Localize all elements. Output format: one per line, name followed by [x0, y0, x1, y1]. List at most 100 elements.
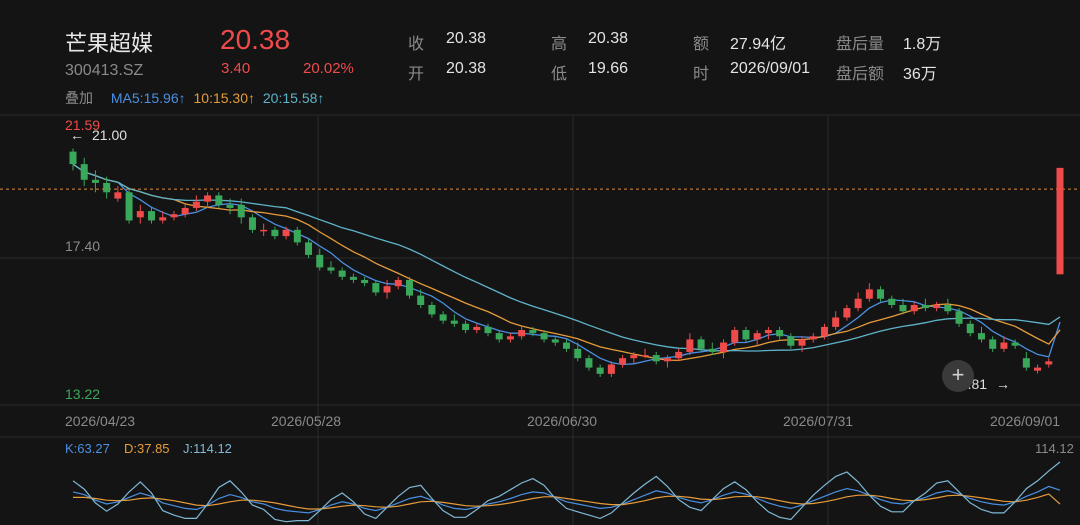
candle-body — [215, 195, 223, 205]
candle-body — [506, 336, 514, 340]
candle-body — [473, 326, 481, 331]
date-label: 2026/09/01 — [990, 413, 1060, 429]
candle-body — [820, 326, 828, 337]
moving-average-lines — [72, 163, 1061, 366]
candle-body — [596, 367, 604, 374]
candle-body — [551, 339, 559, 343]
candle-body — [1011, 342, 1019, 346]
candle-body — [1034, 367, 1042, 371]
axis-low-label: 13.22 — [65, 386, 100, 402]
kdj-lines — [72, 461, 1061, 523]
candle-body — [226, 204, 234, 208]
candle-body — [125, 192, 133, 221]
candle-body — [529, 330, 537, 334]
candle-body — [282, 229, 290, 237]
candle-body — [652, 355, 660, 362]
candle-body — [428, 304, 436, 315]
max-marker: 21.00 — [92, 127, 127, 143]
kdj-max-label: 114.12 — [1035, 441, 1074, 456]
candle-body — [159, 217, 167, 221]
kdj-j-label: J:114.12 — [183, 441, 232, 456]
candle-body — [843, 308, 851, 318]
candle-body — [675, 351, 683, 359]
candle-body — [731, 330, 739, 343]
candle-body — [518, 330, 526, 337]
add-button[interactable]: + — [942, 360, 974, 392]
candle-body — [955, 311, 963, 324]
candle-body — [316, 254, 324, 268]
candle-body — [91, 179, 99, 183]
candle-body — [260, 229, 268, 232]
candle-body — [69, 151, 77, 165]
kdj-k-label: K:63.27 — [65, 441, 110, 456]
candle-body — [585, 358, 593, 368]
candle-body — [372, 283, 380, 293]
kdj-d-label: D:37.85 — [124, 441, 170, 456]
kdj-j-line — [72, 461, 1061, 523]
candle-body — [708, 348, 716, 352]
candle-body — [170, 214, 178, 218]
candle-body — [271, 229, 279, 237]
candle-body — [204, 195, 212, 202]
candle-body — [248, 217, 256, 230]
candle-body — [764, 330, 772, 334]
candle-body — [405, 279, 413, 296]
candle-body — [787, 336, 795, 346]
candle-body — [899, 304, 907, 312]
candle-body — [910, 304, 918, 312]
min-marker-arrow: → — [996, 376, 1010, 392]
candle-body — [619, 358, 627, 365]
candle-body — [630, 355, 638, 359]
candle-body — [641, 355, 649, 357]
candle-body — [933, 304, 941, 309]
candle-body — [338, 270, 346, 277]
candle-body — [237, 204, 245, 218]
candle-body — [977, 333, 985, 340]
candles — [69, 148, 1064, 377]
candle-body — [148, 211, 156, 221]
candle-body — [742, 330, 750, 340]
candle-body — [394, 279, 402, 287]
date-label: 2026/07/31 — [783, 413, 853, 429]
candle-body — [293, 229, 301, 243]
candle-body — [1000, 342, 1008, 349]
ma10-line — [72, 163, 1061, 362]
candle-body — [327, 267, 335, 271]
candle-body — [720, 342, 728, 352]
candle-body — [1056, 167, 1064, 275]
candle-body — [484, 326, 492, 334]
candle-body — [607, 364, 615, 374]
candle-body — [80, 164, 88, 180]
candle-body — [114, 192, 122, 199]
candle-body — [686, 339, 694, 352]
candle-body — [383, 286, 391, 293]
candle-body — [439, 314, 447, 321]
ma5-line — [72, 163, 1061, 366]
chart-grid — [0, 114, 1080, 525]
candle-body — [1022, 358, 1030, 368]
candlestick-chart[interactable]: 21.59 17.40 13.22 ← 21.00 13.81 → 2026/0… — [0, 0, 1080, 525]
candle-body — [361, 279, 369, 284]
candle-body — [966, 323, 974, 334]
candle-body — [832, 317, 840, 327]
candle-body — [877, 289, 885, 299]
candle-body — [192, 201, 200, 208]
candle-body — [417, 295, 425, 305]
candle-body — [495, 333, 503, 340]
candle-body — [103, 182, 111, 193]
candle-body — [136, 211, 144, 218]
candle-body — [574, 348, 582, 359]
axis-mid-label: 17.40 — [65, 238, 100, 254]
candle-body — [349, 276, 357, 280]
candle-body — [921, 304, 929, 309]
candle-body — [697, 339, 705, 349]
candle-body — [563, 342, 570, 349]
candle-body — [798, 339, 806, 346]
candle-body — [753, 333, 761, 340]
candle-body — [809, 336, 817, 340]
candle-body — [989, 339, 997, 349]
candle-body — [462, 323, 470, 331]
date-label: 2026/04/23 — [65, 413, 135, 429]
candle-body — [305, 242, 313, 255]
candle-body — [540, 333, 548, 340]
